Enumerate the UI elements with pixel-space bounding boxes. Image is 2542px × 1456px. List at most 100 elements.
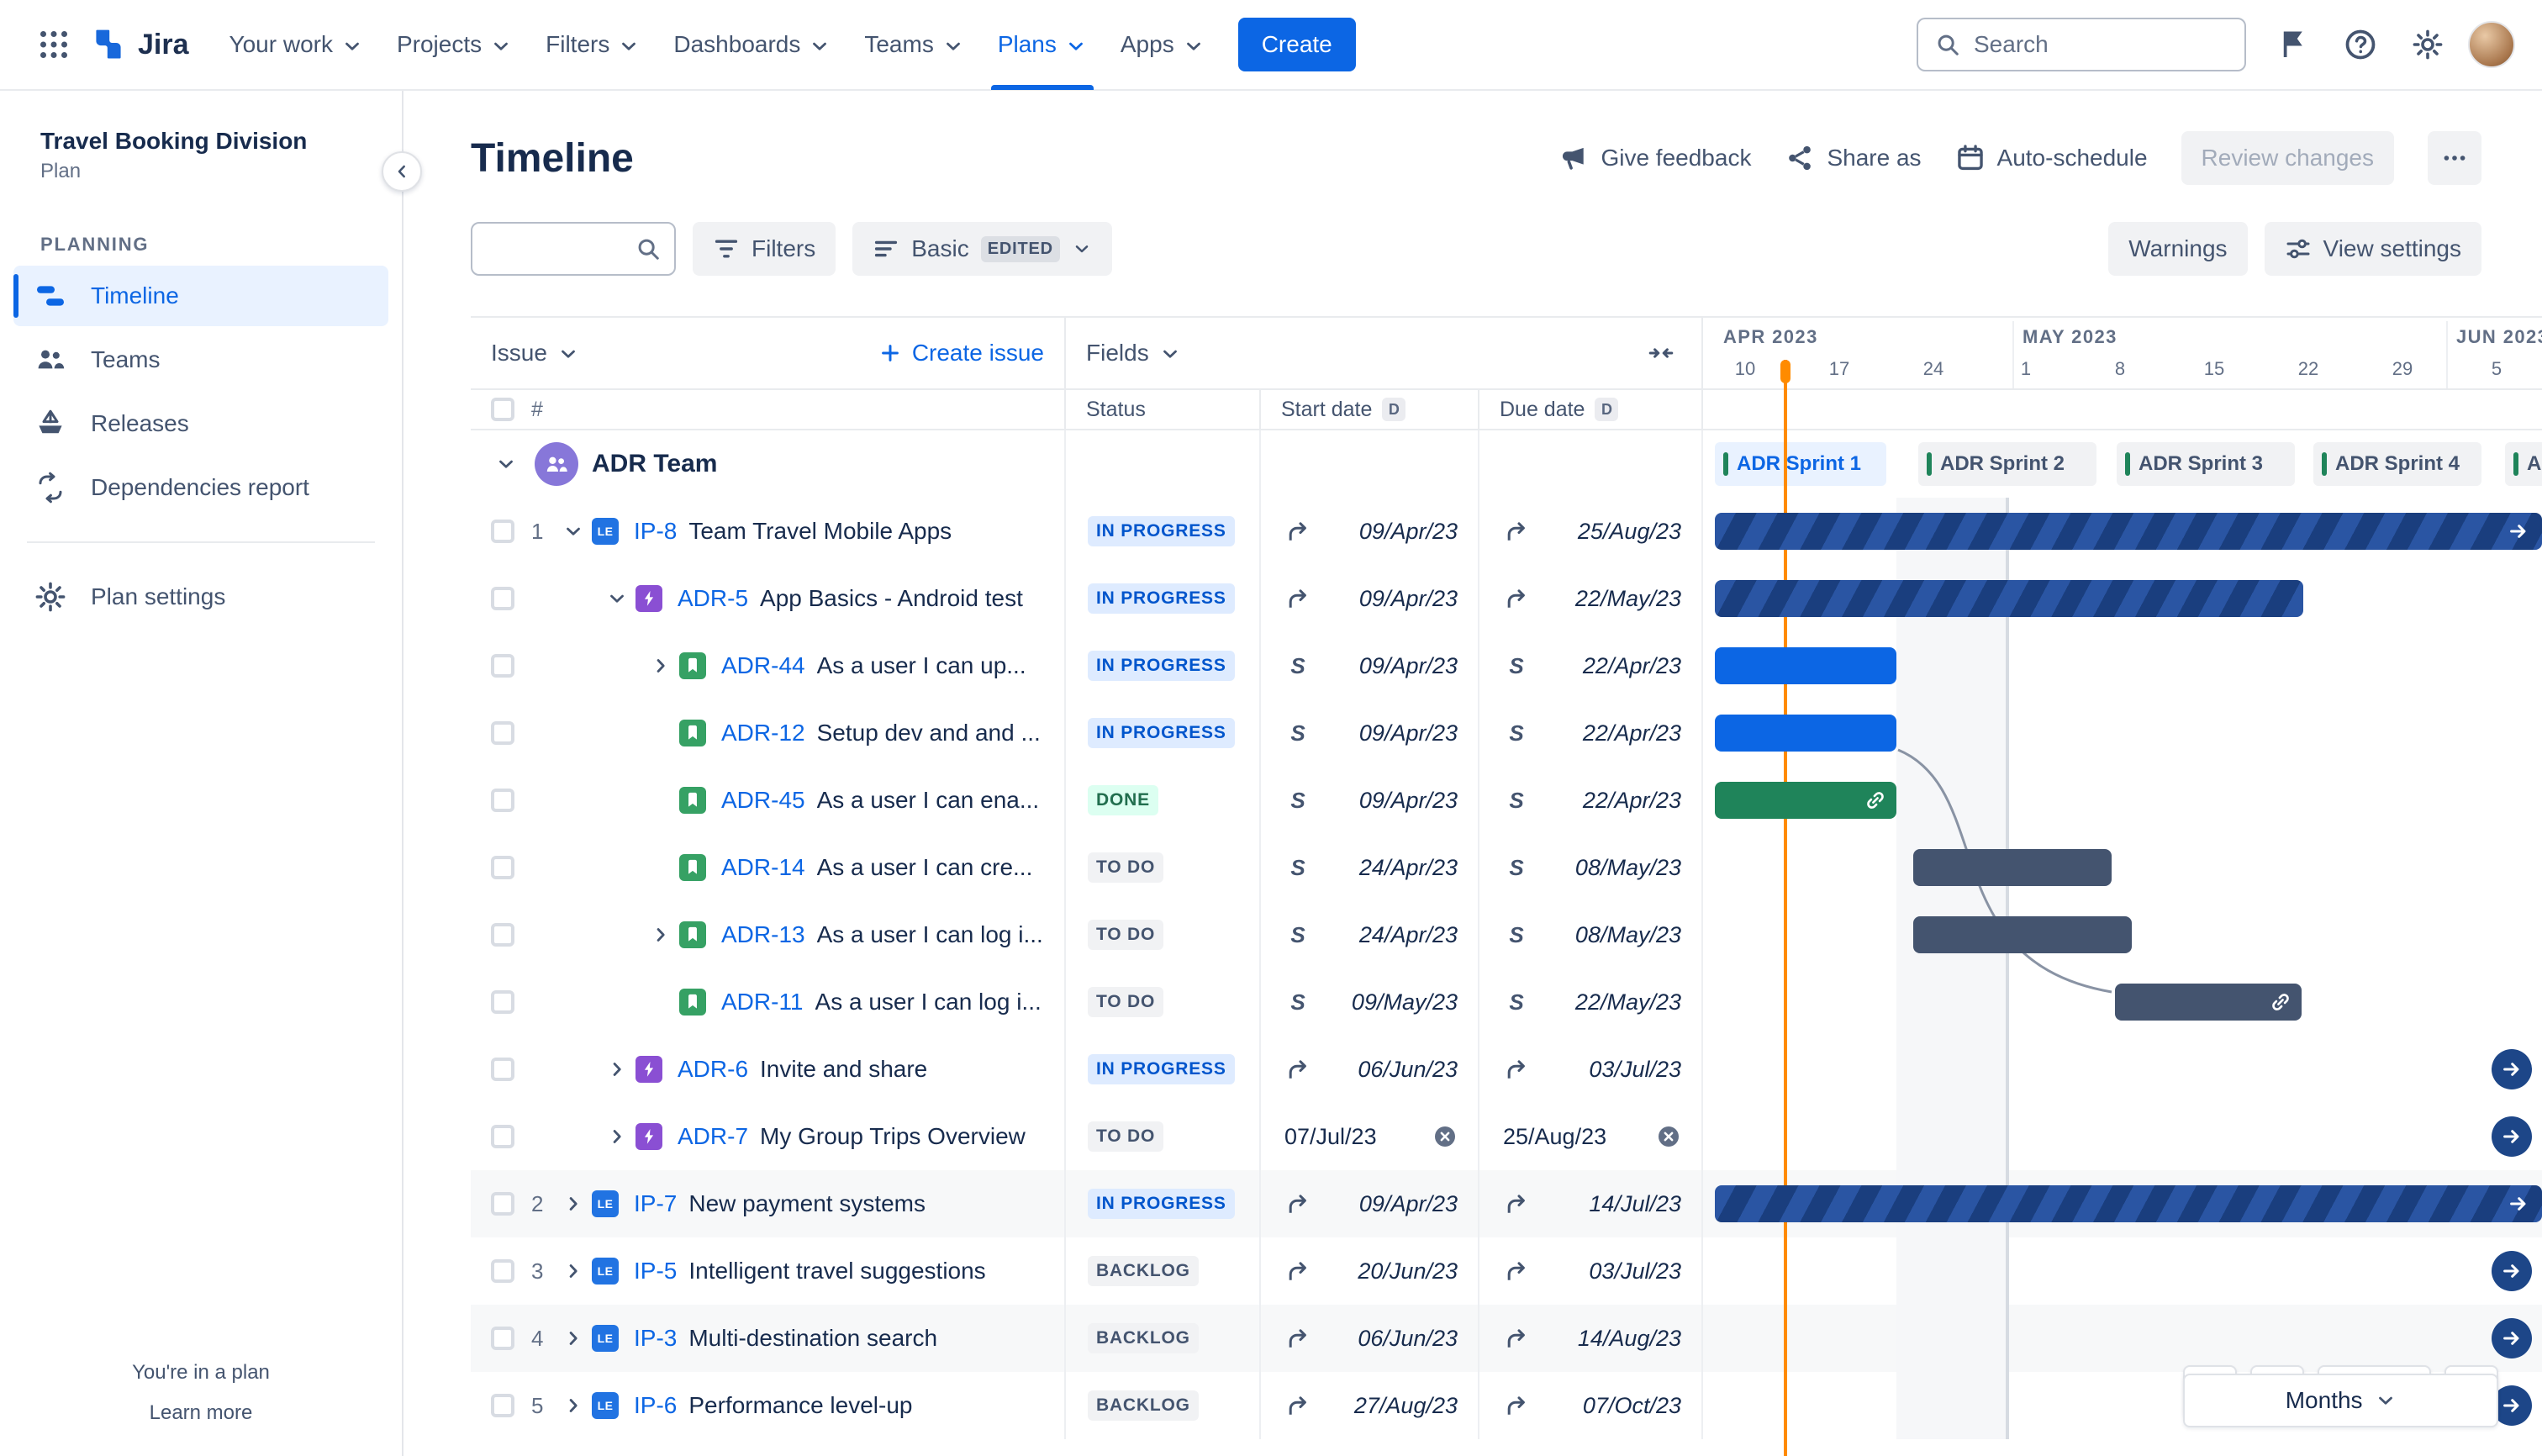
create-issue-button[interactable]: Create issue — [878, 340, 1044, 367]
expand-chevron[interactable] — [602, 1121, 632, 1152]
offscreen-bar-arrow[interactable] — [2492, 1318, 2532, 1358]
nav-item-apps[interactable]: Apps — [1104, 0, 1221, 90]
issue-key-link[interactable]: ADR-5 — [678, 585, 748, 612]
issue-key-link[interactable]: ADR-45 — [721, 787, 805, 814]
status-lozenge[interactable]: IN PROGRESS — [1088, 516, 1235, 546]
gantt-bar-epic[interactable] — [1715, 1185, 2542, 1222]
nav-item-projects[interactable]: Projects — [380, 0, 529, 90]
global-search[interactable] — [1917, 18, 2246, 71]
row-checkbox[interactable] — [491, 1327, 514, 1350]
status-lozenge[interactable]: BACKLOG — [1088, 1390, 1199, 1421]
row-checkbox[interactable] — [491, 789, 514, 812]
status-lozenge[interactable]: TO DO — [1088, 1121, 1164, 1152]
sprint-chip-ad[interactable]: AD — [2505, 442, 2542, 486]
issue-key-link[interactable]: ADR-14 — [721, 854, 805, 881]
sidebar-item-dependencies-report[interactable]: Dependencies report — [13, 457, 388, 518]
nav-item-filters[interactable]: Filters — [529, 0, 657, 90]
gantt-bar-task[interactable] — [1913, 849, 2112, 886]
nav-item-plans[interactable]: Plans — [981, 0, 1104, 90]
offscreen-bar-arrow[interactable] — [2492, 1251, 2532, 1291]
issue-key-link[interactable]: IP-3 — [634, 1325, 677, 1352]
collapse-sidebar-button[interactable] — [382, 151, 422, 192]
nav-item-your-work[interactable]: Your work — [213, 0, 380, 90]
remove-date-icon[interactable] — [1656, 1124, 1681, 1149]
help-button[interactable] — [2334, 18, 2387, 71]
warnings-button[interactable]: Warnings — [2108, 222, 2248, 276]
nav-item-teams[interactable]: Teams — [847, 0, 980, 90]
share-as-button[interactable]: Share as — [1785, 143, 1922, 173]
status-lozenge[interactable]: IN PROGRESS — [1088, 1054, 1235, 1084]
offscreen-bar-arrow[interactable] — [2492, 1116, 2532, 1157]
issue-key-link[interactable]: IP-7 — [634, 1190, 677, 1217]
gantt-bar-story[interactable] — [1715, 715, 1896, 752]
status-lozenge[interactable]: IN PROGRESS — [1088, 583, 1235, 614]
status-lozenge[interactable]: BACKLOG — [1088, 1323, 1199, 1353]
more-options-button[interactable] — [2428, 131, 2481, 185]
row-checkbox[interactable] — [491, 721, 514, 745]
settings-button[interactable] — [2401, 18, 2455, 71]
status-lozenge[interactable]: TO DO — [1088, 987, 1164, 1017]
status-lozenge[interactable]: BACKLOG — [1088, 1256, 1199, 1286]
row-checkbox[interactable] — [491, 1394, 514, 1417]
issue-key-link[interactable]: ADR-44 — [721, 652, 805, 679]
row-checkbox[interactable] — [491, 1192, 514, 1216]
sidebar-item-teams[interactable]: Teams — [13, 330, 388, 390]
row-checkbox[interactable] — [491, 923, 514, 947]
row-checkbox[interactable] — [491, 1125, 514, 1148]
view-settings-button[interactable]: View settings — [2264, 222, 2481, 276]
fields-header-dropdown[interactable]: Fields — [1086, 340, 1181, 367]
sprint-chip-adr-sprint-1[interactable]: ADR Sprint 1 — [1715, 442, 1886, 486]
expand-chevron[interactable] — [602, 1054, 632, 1084]
sprint-chip-adr-sprint-4[interactable]: ADR Sprint 4 — [2313, 442, 2481, 486]
offscreen-bar-arrow[interactable] — [2492, 1049, 2532, 1089]
issue-key-link[interactable]: IP-5 — [634, 1258, 677, 1285]
expand-chevron[interactable] — [646, 651, 676, 681]
row-checkbox[interactable] — [491, 654, 514, 678]
review-changes-button[interactable]: Review changes — [2181, 131, 2394, 185]
row-checkbox[interactable] — [491, 990, 514, 1014]
sidebar-item-timeline[interactable]: Timeline — [13, 266, 388, 326]
timeline-search[interactable] — [471, 222, 676, 276]
status-lozenge[interactable]: TO DO — [1088, 920, 1164, 950]
collapse-chevron[interactable] — [602, 583, 632, 614]
user-avatar[interactable] — [2468, 21, 2515, 68]
expand-chevron[interactable] — [558, 1323, 588, 1353]
zoom-level-select[interactable]: Months — [2183, 1374, 2498, 1427]
issue-key-link[interactable]: ADR-12 — [721, 720, 805, 746]
row-checkbox[interactable] — [491, 587, 514, 610]
expand-chevron[interactable] — [558, 1390, 588, 1421]
status-lozenge[interactable]: DONE — [1088, 785, 1158, 815]
filters-button[interactable]: Filters — [693, 222, 836, 276]
gantt-bar-epic[interactable] — [1715, 580, 2303, 617]
column-header-start-date[interactable]: Start date D — [1261, 390, 1479, 429]
expand-chevron[interactable] — [646, 920, 676, 950]
status-lozenge[interactable]: IN PROGRESS — [1088, 718, 1235, 748]
collapse-chevron[interactable] — [491, 449, 521, 479]
gantt-bar-task[interactable] — [1913, 916, 2132, 953]
issue-header-dropdown[interactable]: Issue — [491, 340, 579, 367]
app-switcher-button[interactable] — [27, 18, 81, 71]
gantt-bar-done[interactable] — [1715, 782, 1896, 819]
collapse-fields-button[interactable] — [1641, 333, 1681, 373]
issue-key-link[interactable]: ADR-13 — [721, 921, 805, 948]
issue-key-link[interactable]: IP-6 — [634, 1392, 677, 1419]
view-selector-button[interactable]: Basic EDITED — [852, 222, 1112, 276]
row-checkbox[interactable] — [491, 1058, 514, 1081]
timeline-search-input[interactable] — [489, 235, 625, 262]
issue-key-link[interactable]: IP-8 — [634, 518, 677, 545]
column-header-status[interactable]: Status — [1066, 390, 1261, 429]
jira-logo[interactable]: Jira — [91, 26, 189, 63]
row-checkbox[interactable] — [491, 520, 514, 543]
gantt-bar-story[interactable] — [1715, 647, 1896, 684]
status-lozenge[interactable]: IN PROGRESS — [1088, 1189, 1235, 1219]
issue-key-link[interactable]: ADR-11 — [721, 989, 804, 1016]
sidebar-item-plan-settings[interactable]: Plan settings — [13, 567, 388, 627]
gantt-bar-task[interactable] — [2115, 984, 2302, 1021]
row-checkbox[interactable] — [491, 1259, 514, 1283]
row-checkbox[interactable] — [491, 856, 514, 879]
give-feedback-button[interactable]: Give feedback — [1558, 143, 1751, 173]
status-lozenge[interactable]: IN PROGRESS — [1088, 651, 1235, 681]
column-header-due-date[interactable]: Due date D — [1479, 390, 1703, 429]
status-lozenge[interactable]: TO DO — [1088, 852, 1164, 883]
learn-more-link[interactable]: Learn more — [150, 1401, 253, 1425]
